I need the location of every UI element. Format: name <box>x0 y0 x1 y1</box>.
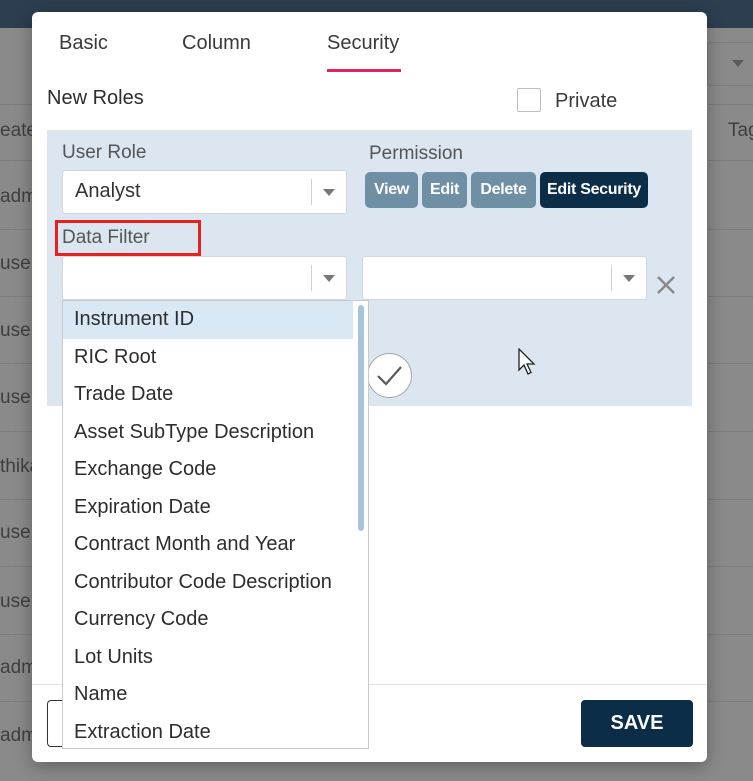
dropdown-option[interactable]: Instrument ID <box>63 301 353 339</box>
chevron-down-icon <box>323 275 335 282</box>
user-role-label: User Role <box>62 142 147 163</box>
background-row-divider <box>0 634 32 635</box>
background-column-header: Tag <box>728 120 753 141</box>
dropdown-scrollbar[interactable] <box>354 301 368 748</box>
tab-security[interactable]: Security <box>327 32 399 55</box>
background-cell: use <box>0 387 31 408</box>
permission-label: Permission <box>369 143 463 164</box>
background-row-divider <box>707 499 753 500</box>
dropdown-option[interactable]: Asset SubType Description <box>63 414 353 452</box>
background-cell: use <box>0 320 31 341</box>
active-tab-indicator <box>327 69 401 72</box>
dropdown-option[interactable]: Exchange Code <box>63 451 353 489</box>
dropdown-option[interactable]: Expiration Date <box>63 489 353 527</box>
background-row-divider <box>0 363 32 364</box>
background-row-divider <box>0 431 32 432</box>
dropdown-option[interactable]: Contributor Code Description <box>63 564 353 602</box>
chevron-down-icon <box>623 275 635 282</box>
background-row-divider <box>707 296 753 297</box>
select-divider <box>311 179 312 205</box>
dropdown-option[interactable]: Name <box>63 676 353 714</box>
scrollbar-thumb[interactable] <box>358 305 364 531</box>
confirm-button[interactable] <box>367 353 412 398</box>
mouse-cursor-icon <box>518 348 536 375</box>
permission-edit-security-button[interactable]: Edit Security <box>540 172 648 208</box>
permission-view-button[interactable]: View <box>365 172 418 208</box>
permission-delete-button[interactable]: Delete <box>471 172 536 208</box>
user-role-select[interactable]: Analyst <box>62 170 347 214</box>
background-row-divider <box>0 701 32 702</box>
dropdown-option[interactable]: Trade Date <box>63 376 353 414</box>
permission-edit-button[interactable]: Edit <box>422 172 467 208</box>
background-cell: use <box>0 253 31 274</box>
background-row-divider <box>0 296 32 297</box>
background-row-divider <box>0 499 32 500</box>
tab-bar: Basic Column Security <box>32 12 707 72</box>
dropdown-option[interactable]: Currency Code <box>63 601 353 639</box>
background-row-divider <box>707 701 753 702</box>
background-row-divider <box>0 229 32 230</box>
dropdown-option[interactable]: Extraction Date <box>63 714 353 749</box>
background-cell: use <box>0 591 31 612</box>
data-filter-operator-select[interactable] <box>362 256 647 300</box>
background-row-divider <box>707 634 753 635</box>
user-role-value: Analyst <box>75 180 141 202</box>
tab-basic[interactable]: Basic <box>59 32 108 55</box>
private-checkbox[interactable] <box>517 88 541 112</box>
dropdown-option[interactable]: Contract Month and Year <box>63 526 353 564</box>
dropdown-option[interactable]: RIC Root <box>63 339 353 377</box>
select-divider <box>311 265 312 291</box>
background-row-divider <box>707 363 753 364</box>
new-roles-title: New Roles <box>47 87 144 109</box>
background-row-divider <box>0 566 32 567</box>
private-label: Private <box>555 90 618 112</box>
dropdown-option[interactable]: Lot Units <box>63 639 353 677</box>
save-button[interactable]: SAVE <box>581 700 693 747</box>
select-divider <box>611 265 612 291</box>
data-filter-highlight <box>55 220 201 256</box>
tab-column[interactable]: Column <box>182 32 251 55</box>
background-select <box>707 42 753 86</box>
chevron-down-icon <box>732 60 744 67</box>
data-filter-field-select[interactable] <box>62 256 347 300</box>
check-icon <box>377 366 402 386</box>
data-filter-dropdown-list[interactable]: Instrument ID RIC Root Trade Date Asset … <box>62 300 369 749</box>
background-row-divider <box>707 566 753 567</box>
close-icon[interactable] <box>654 273 678 297</box>
background-cell: use <box>0 522 31 543</box>
chevron-down-icon <box>323 189 335 196</box>
background-row-divider <box>707 431 753 432</box>
background-row-divider <box>707 229 753 230</box>
